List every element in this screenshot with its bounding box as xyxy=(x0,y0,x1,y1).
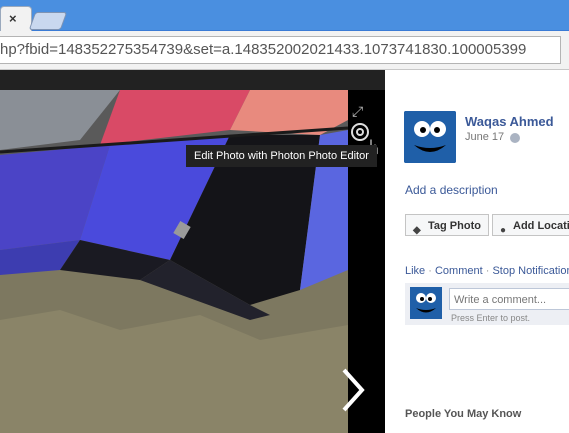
photon-tooltip: Edit Photo with Photon Photo Editor xyxy=(186,145,377,167)
stop-notifications-link[interactable]: Stop Notifications xyxy=(492,265,569,277)
next-arrow-icon[interactable] xyxy=(338,368,368,412)
comment-input[interactable]: Write a comment... xyxy=(449,288,569,310)
stage-top-strip xyxy=(0,70,385,90)
tag-photo-button[interactable]: ◆ Tag Photo xyxy=(405,214,489,236)
avatar[interactable] xyxy=(404,111,456,163)
location-pin-icon: ● xyxy=(500,225,507,236)
new-tab-button[interactable] xyxy=(28,12,68,30)
umbrella-photo[interactable] xyxy=(0,90,348,433)
tag-icon: ◆ xyxy=(413,225,421,236)
people-you-may-know-heading: People You May Know xyxy=(405,408,522,420)
add-location-label: Add Location xyxy=(513,220,569,232)
browser-toolbar: hp?fbid=148352275354739&set=a.1483520020… xyxy=(0,31,569,70)
add-description-link[interactable]: Add a description xyxy=(405,183,498,197)
comment-link[interactable]: Comment xyxy=(435,265,483,277)
like-link[interactable]: Like xyxy=(405,265,425,277)
post-actions: Like · Comment · Stop Notifications xyxy=(405,265,569,277)
avatar xyxy=(410,287,442,319)
poster-name[interactable]: Waqas Ahmed xyxy=(465,114,554,129)
globe-icon[interactable] xyxy=(510,133,520,143)
tag-photo-label: Tag Photo xyxy=(428,220,481,232)
address-bar[interactable]: hp?fbid=148352275354739&set=a.1483520020… xyxy=(0,36,561,64)
add-location-button[interactable]: ● Add Location xyxy=(492,214,569,236)
press-enter-hint: Press Enter to post. xyxy=(451,313,531,323)
expand-icon[interactable]: ⤢ xyxy=(352,104,366,118)
browser-tab[interactable]: × xyxy=(0,6,32,33)
post-date[interactable]: June 17 xyxy=(465,131,504,143)
close-tab-icon[interactable]: × xyxy=(9,11,17,27)
separator: · xyxy=(428,265,432,277)
separator: · xyxy=(485,265,490,277)
tab-strip xyxy=(0,0,569,30)
